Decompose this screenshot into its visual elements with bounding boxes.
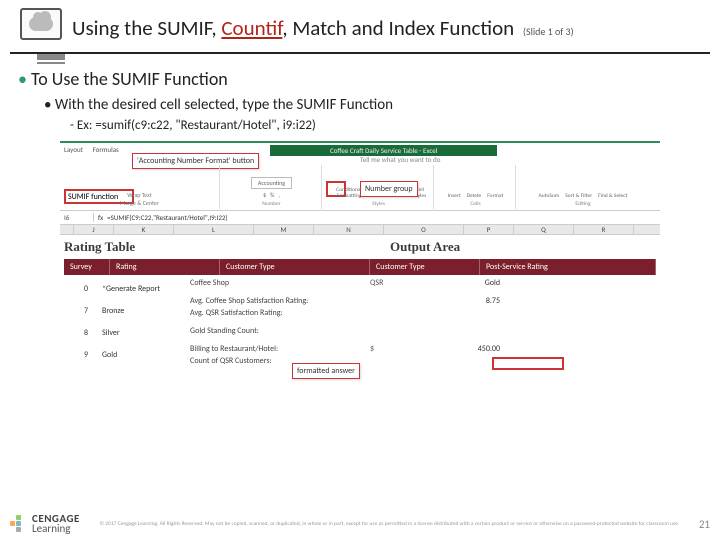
ribbon-number-group: Accounting $ % , Number [222,165,322,209]
table-row: 9Gold [66,345,168,365]
col-R[interactable]: R [574,225,634,234]
page-number: 21 [699,518,710,531]
table-row: 0*Generate Report [66,279,168,299]
hdr-survey: Survey [64,259,110,275]
table-row: Count of QSR Customers: [190,355,656,367]
column-headers: J K L M N O P Q R [60,225,660,235]
ribbon-cells-group: Insert Delete Format Cells [436,165,516,209]
bullet-level-2: With the desired cell selected, type the… [44,96,702,114]
output-area-title: Output Area [390,239,460,255]
table-row: Coffee ShopQSRGold [190,277,656,289]
table-row: Avg. Coffee Shop Satisfaction Rating:8.7… [190,295,656,307]
merge-center-button[interactable]: Merge & Center [120,199,159,207]
logo-icon [10,515,28,533]
excel-screenshot: Joy Stark Coffee Craft Daily Service Tab… [60,141,660,415]
group-label-cells: Cells [470,201,480,207]
col-L[interactable]: L [174,225,254,234]
tab-formulas[interactable]: Formulas [93,145,119,154]
currency-icon[interactable]: $ [263,191,266,199]
monitor-cloud-icon [20,8,72,48]
hdr-post-service-rating: Post-Service Rating [480,259,656,275]
callout-formatted-answer: formatted answer [292,363,360,379]
rating-table: 0*Generate Report 7Bronze 8Silver 9Gold [64,277,170,367]
group-label-editing: Editing [575,201,590,207]
col-P[interactable]: P [464,225,514,234]
table-row: Avg. QSR Satisfaction Rating: [190,307,656,319]
content-area: To Use the SUMIF Function With the desir… [0,54,720,415]
col-M[interactable]: M [254,225,314,234]
table-row: Gold Standing Count: [190,325,656,337]
delete-button[interactable]: Delete [467,193,482,199]
worksheet-area[interactable]: Rating Table Output Area Number group Su… [60,235,660,415]
callout-number-group: Number group [360,181,418,197]
bullet-level-1: To Use the SUMIF Function [18,68,702,90]
bullet-level-3: Ex: =sumif(c9:c22, "Restaurant/Hotel", i… [70,118,702,133]
group-label-styles: Styles [372,201,385,207]
percent-icon[interactable]: % [270,191,274,199]
slide-title: Using the SUMIF, Countif, Match and Inde… [72,15,700,41]
tell-me[interactable]: Tell me what you want to do [360,155,440,164]
col-Q[interactable]: Q [514,225,574,234]
hdr-customer-type-2: Customer Type [370,259,480,275]
formula-input[interactable]: =SUMIF(C9:C22,"Restaurant/Hotel",I9:I22) [107,213,227,222]
ribbon-tabs: Layout Formulas [64,145,127,154]
tab-layout[interactable]: Layout [64,145,83,154]
output-table: Coffee ShopQSRGold Avg. Coffee Shop Sati… [190,277,656,367]
sort-filter-button[interactable]: Sort & Filter [565,193,592,199]
find-select-button[interactable]: Find & Select [598,193,627,199]
header-row: Survey Rating Customer Type Customer Typ… [64,259,656,275]
cengage-logo: CENGAGELearning [10,514,80,534]
name-box[interactable]: I6 [64,213,94,222]
group-label-number: Number [262,201,280,207]
hdr-customer-type: Customer Type [220,259,370,275]
insert-button[interactable]: Insert [448,193,461,199]
ribbon-alignment-group: Wrap Text Merge & Center [60,165,220,209]
comma-icon[interactable]: , [278,191,280,199]
ribbon-editing-group: AutoSum Sort & Filter Find & Select Edit… [518,165,648,209]
highlight-formatted-answer [492,357,564,370]
slide-counter: (Slide 1 of 3) [523,25,574,38]
hdr-rating: Rating [110,259,220,275]
rating-table-title: Rating Table [64,239,656,255]
table-row: Billing to Restaurant/Hotel:$450.00 [190,343,656,355]
excel-ribbon: Coffee Craft Daily Service Table - Excel… [60,143,660,211]
format-button[interactable]: Format [487,193,503,199]
table-row: 7Bronze [66,301,168,321]
col-N[interactable]: N [314,225,384,234]
col-K[interactable]: K [114,225,174,234]
wrap-text-button[interactable]: Wrap Text [127,191,151,199]
number-format-select[interactable]: Accounting [251,177,292,189]
formula-bar[interactable]: I6 fx =SUMIF(C9:C22,"Restaurant/Hotel",I… [60,211,660,225]
fx-icon[interactable]: fx [98,213,103,222]
col-J[interactable]: J [74,225,114,234]
autosum-button[interactable]: AutoSum [539,193,560,199]
table-row: 8Silver [66,323,168,343]
copyright-text: © 2017 Cengage Learning. All Rights Rese… [80,521,699,527]
slide-footer: CENGAGELearning © 2017 Cengage Learning.… [10,514,710,534]
col-O[interactable]: O [384,225,464,234]
slide-header: Using the SUMIF, Countif, Match and Inde… [10,0,710,54]
